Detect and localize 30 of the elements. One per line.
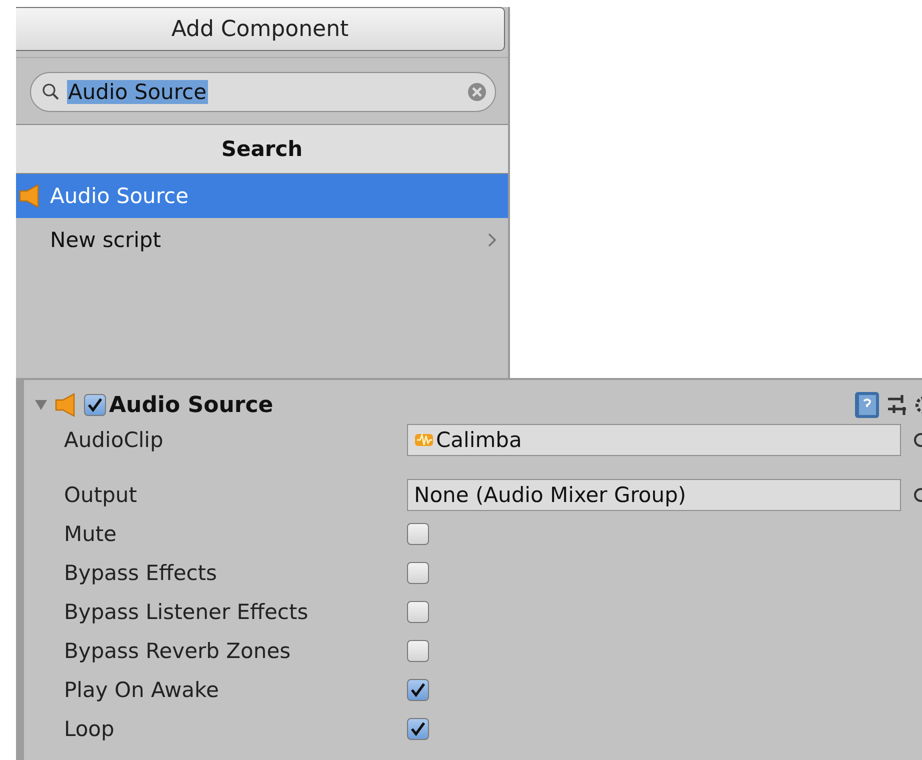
property-label: Bypass Reverb Zones (64, 638, 292, 662)
property-checkbox[interactable] (407, 640, 429, 662)
preset-sliders-icon[interactable] (886, 393, 908, 417)
property-checkbox[interactable] (407, 600, 429, 622)
property-label: Play On Awake (64, 678, 220, 702)
object-field[interactable]: Calimba (407, 424, 901, 456)
property-checkbox[interactable] (407, 718, 429, 740)
add-component-button[interactable]: Add Component (16, 7, 505, 51)
search-header: Search (16, 125, 508, 174)
property-label: Output (64, 482, 138, 506)
component-list-item[interactable]: Audio Source (16, 174, 508, 218)
object-field[interactable]: None (Audio Mixer Group) (407, 478, 901, 510)
search-text: Audio Source (67, 80, 208, 104)
search-icon (41, 82, 61, 102)
foldout-triangle-icon[interactable] (34, 399, 48, 411)
property-checkbox[interactable] (407, 562, 429, 584)
chevron-icon (486, 232, 498, 248)
property-label: Bypass Listener Effects (64, 600, 310, 624)
enabled-checkbox[interactable] (84, 394, 106, 416)
property-checkbox[interactable] (407, 522, 429, 544)
property-label: AudioClip (64, 428, 164, 452)
property-label: Bypass Effects (64, 560, 218, 584)
property-label: Loop (64, 716, 116, 740)
clear-icon[interactable] (467, 82, 487, 102)
property-label: Mute (64, 522, 118, 546)
search-field[interactable]: Audio Source (30, 72, 496, 112)
property-checkbox[interactable] (407, 678, 429, 700)
component-title: Audio Source (109, 392, 274, 418)
component-list-item[interactable]: New script (16, 218, 508, 262)
help-book-icon[interactable] (854, 391, 880, 419)
